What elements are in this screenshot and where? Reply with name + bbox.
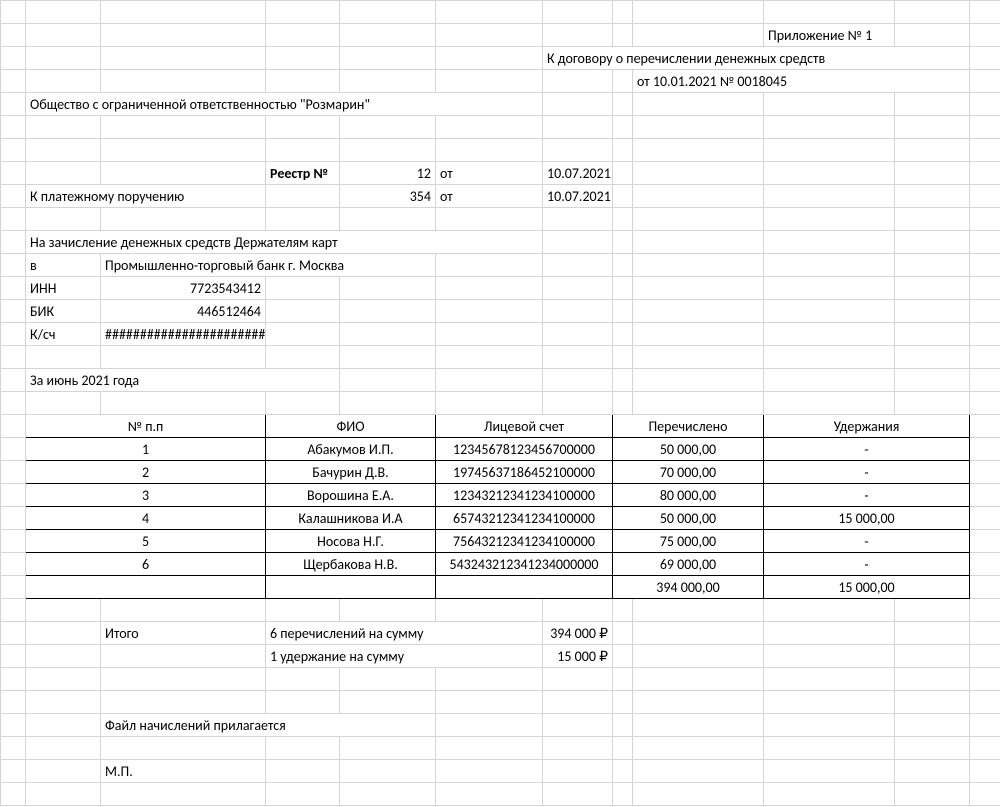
cell-transferred: 80 000,00 xyxy=(613,484,764,507)
payorder-ot: от xyxy=(436,185,543,208)
table-row: 5 Носова Н.Г. 75643212341234100000 75 00… xyxy=(1,530,1000,553)
cell-fio: Носова Н.Г. xyxy=(266,530,436,553)
cell-npp: 3 xyxy=(26,484,266,507)
cell-npp: 4 xyxy=(26,507,266,530)
cell-fio: Щербакова Н.В. xyxy=(266,553,436,576)
cell-npp: 5 xyxy=(26,530,266,553)
bank-name: Промышленно-торговый банк г. Москва xyxy=(101,254,436,277)
cell-account: 75643212341234100000 xyxy=(436,530,613,553)
col-header-npp: № п.п xyxy=(26,415,266,438)
spreadsheet-document: Приложение № 1 К договору о перечислении… xyxy=(0,0,1000,807)
table-totals-row: 394 000,00 15 000,00 xyxy=(1,576,1000,599)
inn-label: ИНН xyxy=(26,277,101,300)
mp-label: М.П. xyxy=(101,760,266,783)
cell-npp: 2 xyxy=(26,461,266,484)
cell-withheld: - xyxy=(764,530,970,553)
bik-label: БИК xyxy=(26,300,101,323)
payorder-date: 10.07.2021 xyxy=(543,185,613,208)
col-header-account: Лицевой счет xyxy=(436,415,613,438)
col-header-transferred: Перечислено xyxy=(613,415,764,438)
cell-account: 12345678123456700000 xyxy=(436,438,613,461)
registry-number: 12 xyxy=(340,162,436,185)
cell-transferred: 70 000,00 xyxy=(613,461,764,484)
cell-account: 19745637186452100000 xyxy=(436,461,613,484)
table-row: 1 Абакумов И.П. 12345678123456700000 50 … xyxy=(1,438,1000,461)
col-header-fio: ФИО xyxy=(266,415,436,438)
cell-withheld: - xyxy=(764,461,970,484)
registry-ot: от xyxy=(436,162,543,185)
itogo-label: Итого xyxy=(101,622,266,645)
cell-withheld: - xyxy=(764,484,970,507)
bik-value: 446512464 xyxy=(101,300,266,323)
cell-npp: 1 xyxy=(26,438,266,461)
inn-value: 7723543412 xyxy=(101,277,266,300)
registry-date: 10.07.2021 xyxy=(543,162,613,185)
company-name: Общество с ограниченной ответственностью… xyxy=(26,93,543,116)
cell-transferred: 69 000,00 xyxy=(613,553,764,576)
col-header-withheld: Удержания xyxy=(764,415,970,438)
worksheet-grid: Приложение № 1 К договору о перечислении… xyxy=(0,0,1000,806)
cell-account: 543243212341234000000 xyxy=(436,553,613,576)
cell-account: 65743212341234100000 xyxy=(436,507,613,530)
cell-fio: Ворошина Е.А. xyxy=(266,484,436,507)
transfers-text: 6 перечислений на сумму xyxy=(266,622,543,645)
cell-transferred: 50 000,00 xyxy=(613,507,764,530)
cell-withheld: - xyxy=(764,438,970,461)
appendix-label: Приложение № 1 xyxy=(764,24,895,47)
bank-v: в xyxy=(26,254,101,277)
cell-npp: 6 xyxy=(26,553,266,576)
registry-label: Реестр № xyxy=(266,162,340,185)
ksch-value: ####################### xyxy=(101,323,266,346)
cell-fio: Калашникова И.А xyxy=(266,507,436,530)
total-withheld: 15 000,00 xyxy=(764,576,970,599)
contract-line: К договору о перечислении денежных средс… xyxy=(543,47,970,70)
cell-account: 12343212341234100000 xyxy=(436,484,613,507)
period-label: За июнь 2021 года xyxy=(26,369,340,392)
cell-withheld: 15 000,00 xyxy=(764,507,970,530)
table-row: 4 Калашникова И.А 65743212341234100000 5… xyxy=(1,507,1000,530)
holds-text: 1 удержание на сумму xyxy=(266,645,543,668)
holds-sum: 15 000 ₽ xyxy=(543,645,613,668)
table-row: 3 Ворошина Е.А. 12343212341234100000 80 … xyxy=(1,484,1000,507)
transfers-sum: 394 000 ₽ xyxy=(543,622,613,645)
file-attached-label: Файл начислений прилагается xyxy=(101,714,436,737)
cell-transferred: 75 000,00 xyxy=(613,530,764,553)
contract-from: от 10.01.2021 № 0018045 xyxy=(633,70,970,93)
ksch-label: К/сч xyxy=(26,323,101,346)
table-row: 6 Щербакова Н.В. 543243212341234000000 6… xyxy=(1,553,1000,576)
payorder-label: К платежному поручению xyxy=(26,185,266,208)
cell-withheld: - xyxy=(764,553,970,576)
payorder-number: 354 xyxy=(340,185,436,208)
cell-transferred: 50 000,00 xyxy=(613,438,764,461)
table-row: 2 Бачурин Д.В. 19745637186452100000 70 0… xyxy=(1,461,1000,484)
cell-fio: Абакумов И.П. xyxy=(266,438,436,461)
cell-fio: Бачурин Д.В. xyxy=(266,461,436,484)
total-transferred: 394 000,00 xyxy=(613,576,764,599)
credit-line: На зачисление денежных средств Держателя… xyxy=(26,231,543,254)
